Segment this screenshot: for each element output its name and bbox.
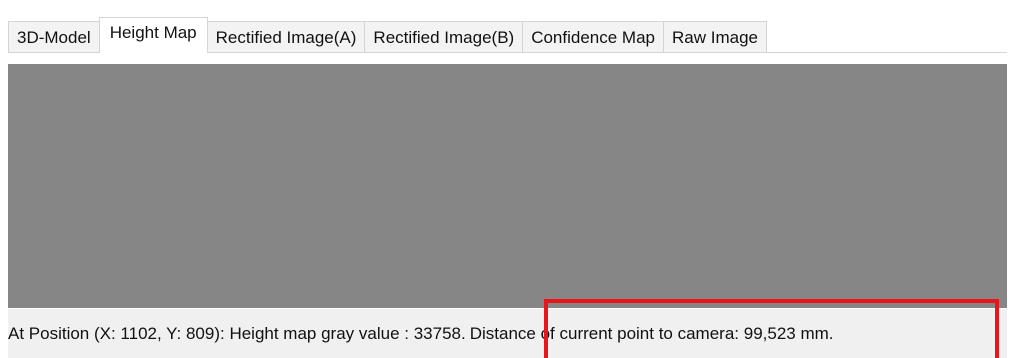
tab-strip: 3D-Model Height Map Rectified Image(A) R… [8,17,767,53]
tab-rectified-image-b[interactable]: Rectified Image(B) [364,21,524,53]
height-map-view[interactable] [8,64,1007,308]
status-distance-info: Distance of current point to camera: 99,… [469,324,834,343]
status-position-info: At Position (X: 1102, Y: 809): Height ma… [8,324,466,343]
status-text: At Position (X: 1102, Y: 809): Height ma… [8,324,834,344]
tab-confidence-map[interactable]: Confidence Map [522,21,665,53]
tab-3d-model[interactable]: 3D-Model [8,21,100,53]
tab-raw-image[interactable]: Raw Image [663,21,767,53]
tab-rectified-image-a[interactable]: Rectified Image(A) [206,21,366,53]
app-window: 3D-Model Height Map Rectified Image(A) R… [0,0,1013,358]
tab-height-map[interactable]: Height Map [98,17,208,53]
